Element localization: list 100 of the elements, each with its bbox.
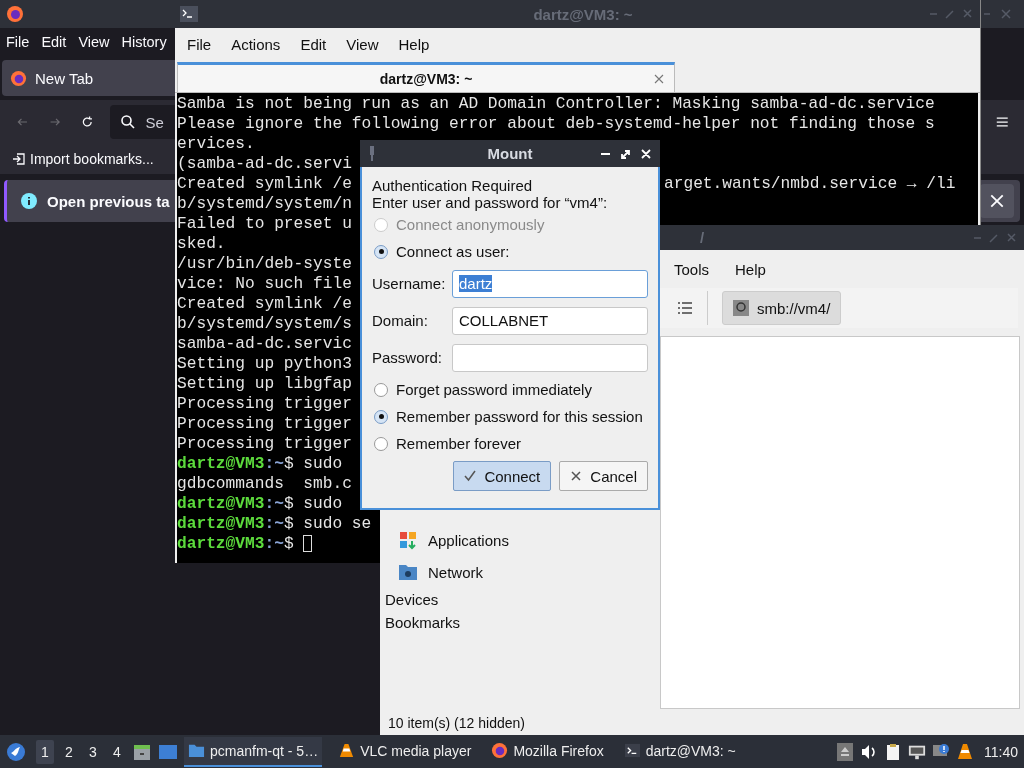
bookmark-item[interactable]: Import bookmarks... [12,151,154,167]
sidebar-section[interactable]: Devices [380,588,658,611]
terminal-line: /usr/bin/deb-syste [177,255,352,273]
import-icon [12,152,26,166]
terminal-line: Samba is not being run as an AD Domain Controller: Masking samba-ad-dc.service [177,95,935,113]
workspace-button[interactable]: 4 [108,739,126,764]
menu-icon[interactable] [995,115,1008,129]
traffic-cone-icon [338,742,356,759]
radio-label: Connect as user: [396,243,510,260]
prompt-path: :~ [264,515,284,533]
prompt-user: dartz@VM3 [177,515,265,533]
field-label: Password: [372,349,444,366]
menu-item[interactable]: File [177,35,222,53]
workspace-button[interactable]: 1 [36,739,54,764]
taskbar-button[interactable]: dartz@VM3: ~ [619,736,740,767]
radio-label: Remember forever [396,435,522,452]
terminal-icon [180,6,198,22]
status-text: 10 item(s) (12 hidden) [388,715,525,731]
eject-icon[interactable] [836,742,854,761]
terminal-command: sudo [303,455,343,473]
input-field[interactable]: dartz [452,269,648,298]
prompt-path: :~ [264,535,284,553]
cancel-button[interactable]: Cancel [559,461,648,491]
prompt-sign: $ [283,515,294,533]
path-button[interactable]: smb://vm4/ [722,291,842,325]
terminal-line: arget.wants/nmbd.service → /li [664,174,956,194]
clipboard-icon[interactable] [884,742,902,761]
prompt-user: dartz@VM3 [177,535,265,553]
clock: 11:40 [984,743,1018,760]
taskbar-button[interactable]: pcmanfm-qt - 5… [184,736,323,767]
terminal-line: Setting up libgfap [177,375,352,393]
close-button[interactable] [980,184,1014,218]
terminal-line: Processing trigger [177,415,352,433]
close-icon[interactable] [654,73,664,84]
folder-icon [188,742,205,759]
info-icon [21,193,37,209]
input-field[interactable]: COLLABNET [452,306,648,335]
menu-item[interactable]: Help [735,260,766,278]
menu-item[interactable]: History [121,34,167,50]
terminal-line: vice: No such file [177,275,352,293]
close-icon [570,470,583,482]
firefox-icon [491,742,509,759]
applications-icon [398,530,418,550]
dialog-heading: Authentication Required [372,177,534,194]
terminal-line: gdbcommands smb.c [177,475,352,493]
taskbar-button[interactable]: Mozilla Firefox [487,736,608,767]
sidebar-section[interactable]: Bookmarks [380,611,658,634]
terminal-line: ervices. [177,135,255,153]
start-menu-icon[interactable] [6,741,26,762]
terminal-line: Created symlink /e [177,175,352,193]
window-title: dartz@VM3: ~ [533,5,633,23]
terminal-line: b/systemd/system/s [177,315,352,333]
field-label: Username: [372,275,447,292]
browser-tab[interactable]: New Tab [2,60,175,96]
notification-text: Open previous ta [47,192,170,210]
radio-button[interactable] [374,244,388,259]
workspace-button[interactable]: 2 [60,739,78,764]
traffic-cone-icon[interactable] [956,742,974,761]
menu-item[interactable]: View [336,35,389,53]
radio-label: Remember password for this session [396,408,643,425]
taskbar-button[interactable]: VLC media player [334,736,476,767]
prompt-path: :~ [264,495,284,513]
dialog-title: Mount [487,145,533,162]
terminal-tab[interactable]: dartz@VM3: ~ [177,62,675,92]
sidebar-item[interactable]: Applications [380,524,658,556]
menu-item[interactable]: Edit [41,34,67,50]
window-title: / [699,229,705,246]
menu-item[interactable]: Actions [221,35,291,53]
terminal-line: b/systemd/system/n [177,195,352,213]
radio-button[interactable] [374,409,388,424]
terminal-line: Created symlink /e [177,295,352,313]
check-icon [464,470,477,482]
terminal-line: Processing trigger [177,395,352,413]
menu-item[interactable]: File [6,34,30,50]
radio-label: Forget password immediately [396,381,592,398]
terminal-command: sudo [303,495,343,513]
search-field[interactable]: Se [109,105,177,139]
prompt-path: :~ [264,455,284,473]
sidebar-item[interactable]: Network [380,556,658,588]
radio-button[interactable] [374,436,388,451]
prompt-sign: $ [283,495,294,513]
menu-item[interactable]: Help [388,35,440,53]
radio-button[interactable] [374,382,388,397]
dialog-message: Enter user and password for “vm4”: [372,194,609,211]
terminal-line: sked. [177,235,226,253]
workspace-button[interactable]: 3 [84,739,102,764]
terminal-line: (samba-ad-dc.servi [177,155,352,173]
close-icon [989,193,1005,209]
terminal-line: Please ignore the following error about deb-systemd-helper not finding those s [177,115,935,133]
connect-button[interactable]: Connect [453,461,552,491]
menu-item[interactable]: Edit [290,35,337,53]
input-field[interactable] [452,343,648,372]
terminal-line: Setting up python3 [177,355,352,373]
list-view-icon[interactable] [677,301,693,315]
terminal-command: sudo se [303,515,372,533]
reload-icon[interactable] [81,114,94,130]
menu-item[interactable]: View [78,34,110,50]
menu-item[interactable]: Tools [674,260,710,278]
prompt-sign: $ [283,535,294,553]
terminal-icon [623,742,641,759]
